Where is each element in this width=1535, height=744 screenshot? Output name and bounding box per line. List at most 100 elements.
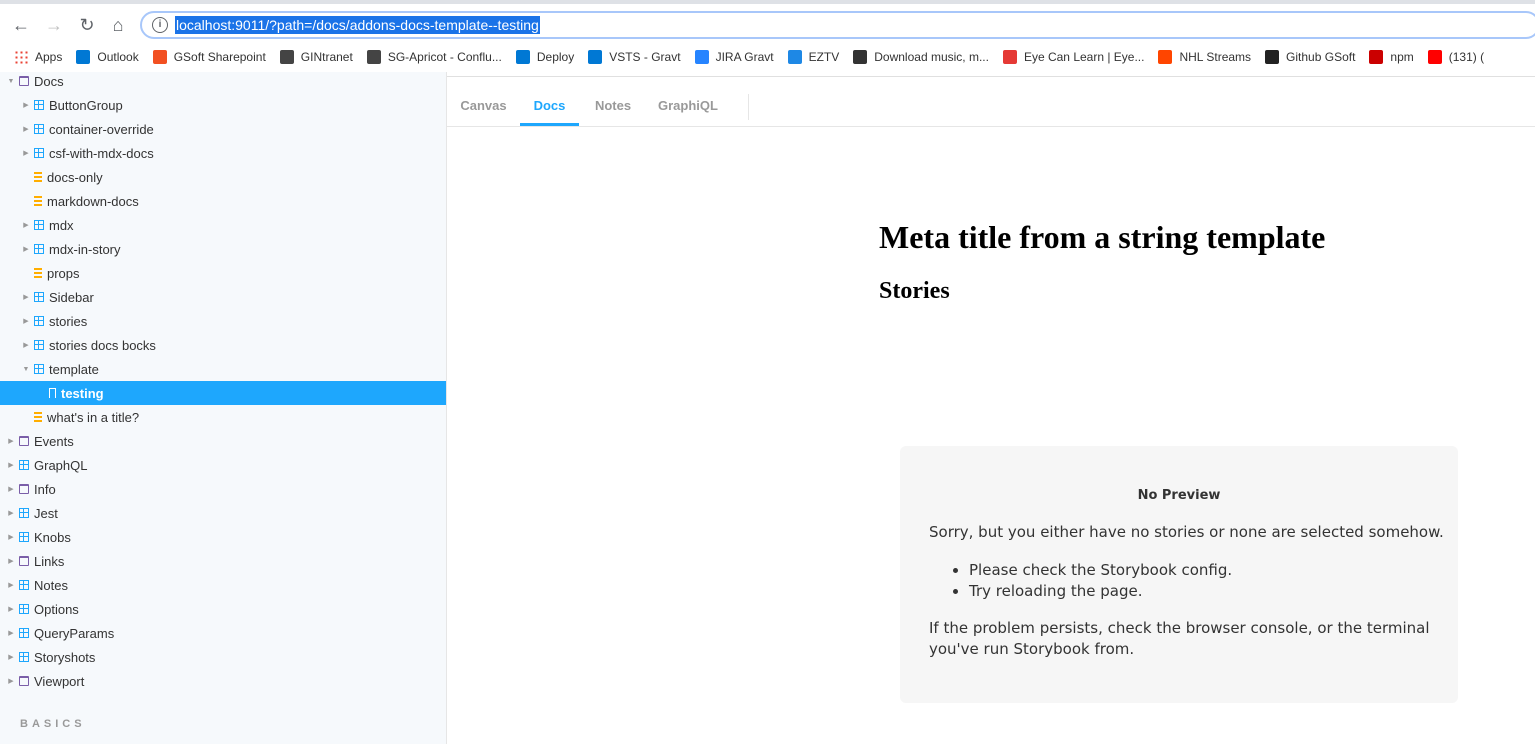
tab-docs[interactable]: Docs bbox=[520, 86, 579, 126]
sidebar-item-label: template bbox=[49, 361, 99, 377]
tab-canvas[interactable]: Canvas bbox=[447, 86, 520, 126]
folder-icon bbox=[19, 436, 29, 446]
sidebar-item-label: QueryParams bbox=[34, 625, 115, 641]
bookmark-item[interactable]: EZTV bbox=[787, 50, 840, 64]
sidebar-section-label: BASICS bbox=[20, 718, 86, 730]
sidebar-item-label: Notes bbox=[34, 577, 68, 593]
url-text[interactable]: localhost:9011/?path=/docs/addons-docs-t… bbox=[175, 16, 540, 34]
bookmark-item[interactable]: Github GSoft bbox=[1265, 50, 1355, 64]
sidebar-item-jest[interactable]: ▶ Jest bbox=[0, 501, 446, 525]
sidebar-item-label: Jest bbox=[34, 505, 58, 521]
sidebar-item-label: Options bbox=[34, 601, 79, 617]
bookmark-label: Eye Can Learn | Eye... bbox=[1023, 50, 1145, 64]
caret-right-icon: ▶ bbox=[23, 318, 29, 325]
stories-heading: Stories bbox=[879, 278, 950, 304]
bookmark-item[interactable]: VSTS - Gravt bbox=[588, 50, 681, 64]
bookmark-item[interactable]: Download music, m... bbox=[853, 50, 989, 64]
tab-graphiql[interactable]: GraphiQL bbox=[647, 86, 729, 126]
browser-chrome: ← → ↻ ⌂ i localhost:9011/?path=/docs/add… bbox=[0, 0, 1535, 77]
component-icon bbox=[34, 340, 44, 350]
caret-right-icon: ▶ bbox=[8, 438, 14, 445]
bookmark-item[interactable]: JIRA Gravt bbox=[694, 50, 774, 64]
address-bar[interactable]: i localhost:9011/?path=/docs/addons-docs… bbox=[140, 11, 1535, 39]
sidebar-item-label: testing bbox=[61, 385, 104, 401]
component-icon bbox=[34, 148, 44, 158]
component-icon bbox=[34, 364, 44, 374]
sidebar-item-template[interactable]: ▼ template bbox=[0, 357, 446, 381]
bookmark-label: SG-Apricot - Conflu... bbox=[387, 50, 502, 64]
sidebar-item-label: csf-with-mdx-docs bbox=[49, 145, 154, 161]
forward-icon[interactable]: → bbox=[43, 14, 65, 36]
bookmark-label: NHL Streams bbox=[1179, 50, 1252, 64]
tab-strip bbox=[0, 0, 1535, 4]
sidebar-item-props[interactable]: props bbox=[0, 261, 446, 285]
component-icon bbox=[19, 628, 29, 638]
bookmark-label: Outlook bbox=[97, 50, 139, 64]
sidebar-item-markdown-docs[interactable]: markdown-docs bbox=[0, 189, 446, 213]
caret-down-icon: ▼ bbox=[7, 77, 15, 85]
sidebar-item-testing[interactable]: testing bbox=[0, 381, 446, 405]
caret-right-icon: ▶ bbox=[23, 222, 29, 229]
bookmarks-bar: Apps Outlook GSoft Sharepoint GINtranet SG-A… bbox=[0, 44, 1535, 70]
sidebar-item-mdx[interactable]: ▶ mdx bbox=[0, 213, 446, 237]
bookmark-item[interactable]: Outlook bbox=[76, 50, 139, 64]
caret-right-icon: ▶ bbox=[23, 150, 29, 157]
sidebar-item-stories-docs-bocks[interactable]: ▶ stories docs bocks bbox=[0, 333, 446, 357]
sidebar-item-docs-only[interactable]: docs-only bbox=[0, 165, 446, 189]
sidebar-item-sidebar[interactable]: ▶ Sidebar bbox=[0, 285, 446, 309]
component-icon bbox=[34, 292, 44, 302]
document-icon bbox=[34, 172, 42, 182]
bookmark-label: GSoft Sharepoint bbox=[173, 50, 266, 64]
tab-notes[interactable]: Notes bbox=[579, 86, 647, 126]
caret-right-icon: ▶ bbox=[8, 486, 14, 493]
info-icon[interactable]: i bbox=[152, 17, 168, 33]
sidebar-item-buttongroup[interactable]: ▶ ButtonGroup bbox=[0, 93, 446, 117]
document-icon bbox=[34, 412, 42, 422]
sidebar-item-csf-with-mdx-docs[interactable]: ▶ csf-with-mdx-docs bbox=[0, 141, 446, 165]
bookmark-item[interactable]: GSoft Sharepoint bbox=[152, 50, 266, 64]
bookmark-item[interactable]: SG-Apricot - Conflu... bbox=[366, 50, 502, 64]
sidebar-item-what-s-in-a-title[interactable]: what's in a title? bbox=[0, 405, 446, 429]
sidebar-item-options[interactable]: ▶ Options bbox=[0, 597, 446, 621]
document-icon bbox=[34, 268, 42, 278]
reddit-icon bbox=[1158, 50, 1173, 64]
sidebar-item-links[interactable]: ▶ Links bbox=[0, 549, 446, 573]
bookmark-item[interactable]: Eye Can Learn | Eye... bbox=[1002, 50, 1145, 64]
reload-icon[interactable]: ↻ bbox=[76, 14, 98, 36]
component-icon bbox=[19, 460, 29, 470]
sidebar-item-knobs[interactable]: ▶ Knobs bbox=[0, 525, 446, 549]
home-icon[interactable]: ⌂ bbox=[107, 14, 129, 36]
tip-item: Please check the Storybook config. bbox=[969, 560, 1232, 581]
sidebar-item-label: ButtonGroup bbox=[49, 97, 123, 113]
sidebar-item-label: mdx-in-story bbox=[49, 241, 121, 257]
sidebar-item-container-override[interactable]: ▶ container-override bbox=[0, 117, 446, 141]
component-icon bbox=[19, 508, 29, 518]
bookmark-label: EZTV bbox=[808, 50, 840, 64]
vsts-icon bbox=[515, 50, 530, 64]
bookmark-item[interactable]: NHL Streams bbox=[1158, 50, 1251, 64]
sidebar-item-label: mdx bbox=[49, 217, 74, 233]
back-icon[interactable]: ← bbox=[10, 14, 32, 36]
sidebar-item-graphql[interactable]: ▶ GraphQL bbox=[0, 453, 446, 477]
sidebar-item-label: what's in a title? bbox=[47, 409, 140, 425]
sidebar-item-info[interactable]: ▶ Info bbox=[0, 477, 446, 501]
sidebar-item-stories[interactable]: ▶ stories bbox=[0, 309, 446, 333]
sidebar-item-mdx-in-story[interactable]: ▶ mdx-in-story bbox=[0, 237, 446, 261]
sidebar-item-label: container-override bbox=[49, 121, 154, 137]
bookmark-item[interactable]: (131) ( bbox=[1427, 50, 1484, 64]
sidebar-item-events[interactable]: ▶ Events bbox=[0, 429, 446, 453]
bookmark-item[interactable]: Apps bbox=[14, 50, 62, 64]
caret-right-icon: ▶ bbox=[8, 582, 14, 589]
sidebar-item-label: Sidebar bbox=[49, 289, 94, 305]
sidebar-item-docs[interactable]: ▼ Docs bbox=[0, 72, 446, 93]
sidebar-item-viewport[interactable]: ▶ Viewport bbox=[0, 669, 446, 693]
bookmark-label: Deploy bbox=[536, 50, 575, 64]
bookmark-item[interactable]: Deploy bbox=[515, 50, 575, 64]
sidebar-item-notes[interactable]: ▶ Notes bbox=[0, 573, 446, 597]
bookmark-item[interactable]: GINtranet bbox=[279, 50, 353, 64]
folder-icon bbox=[19, 676, 29, 686]
component-icon bbox=[19, 652, 29, 662]
bookmark-item[interactable]: npm bbox=[1369, 50, 1414, 64]
sidebar-item-storyshots[interactable]: ▶ Storyshots bbox=[0, 645, 446, 669]
sidebar-item-queryparams[interactable]: ▶ QueryParams bbox=[0, 621, 446, 645]
